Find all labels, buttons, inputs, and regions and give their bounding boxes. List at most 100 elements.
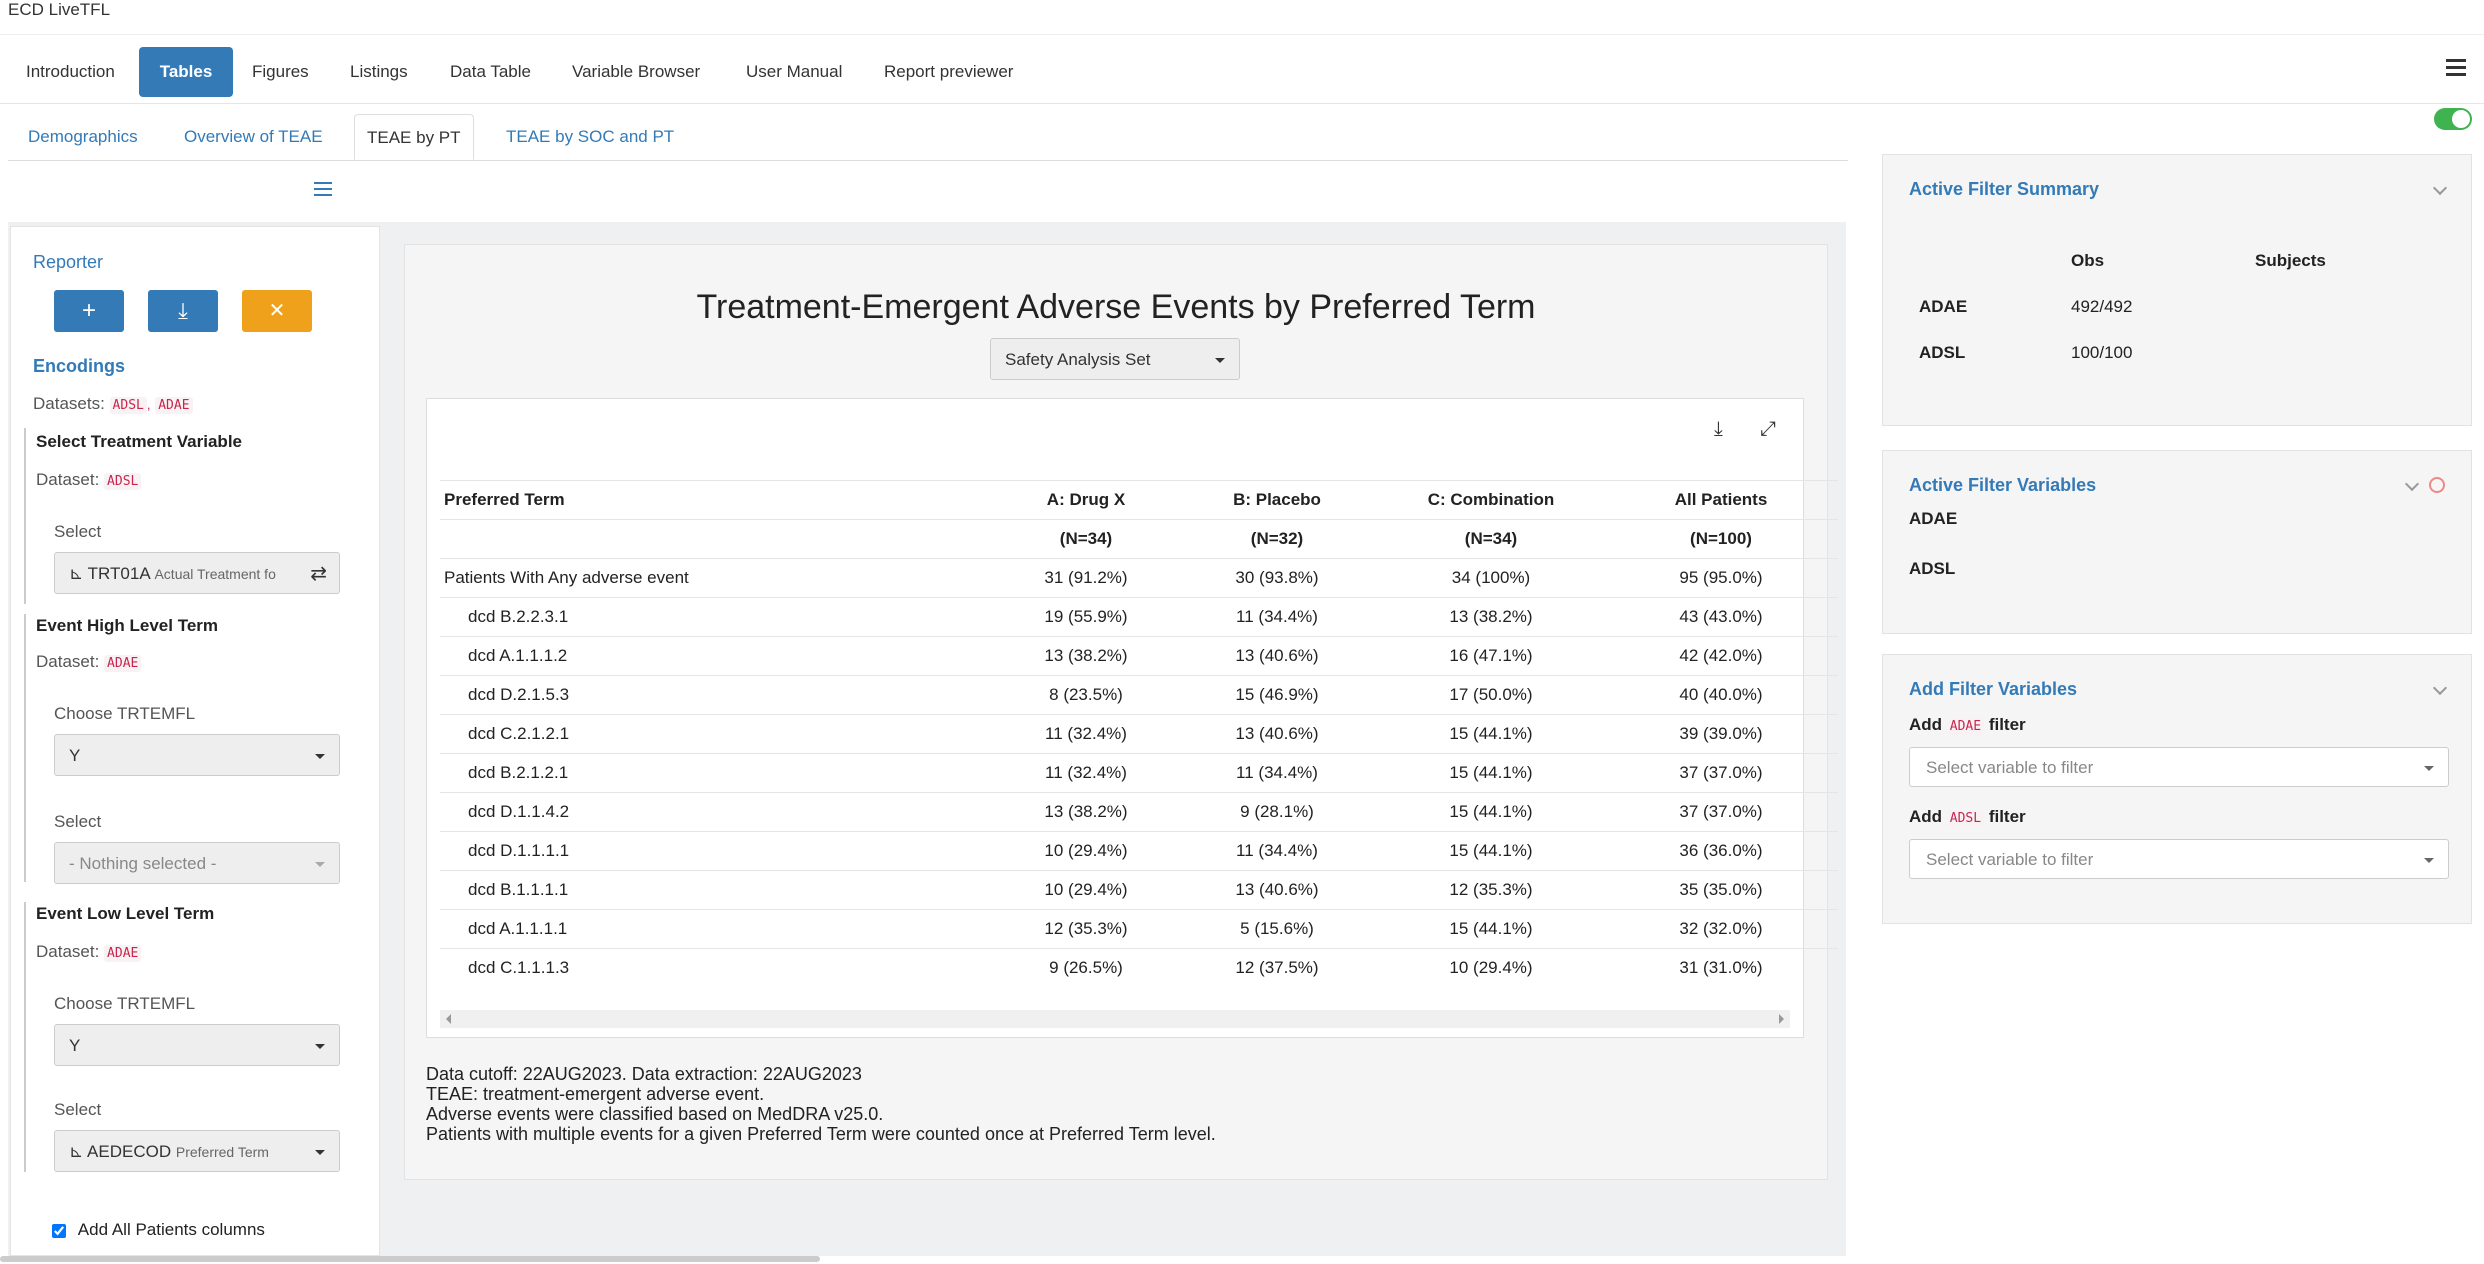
table-cell: 11 (32.4%)	[996, 753, 1176, 793]
tab-teae-by-pt[interactable]: TEAE by PT	[354, 114, 474, 160]
table-cell: 15 (44.1%)	[1378, 753, 1604, 793]
table-subheader-row: (N=34) (N=32) (N=34) (N=100)	[440, 519, 1838, 559]
all-patients-checkbox[interactable]	[52, 1223, 66, 1238]
encodings-label: Encodings	[33, 356, 126, 376]
llt-choose-label: Choose TRTEMFL	[54, 994, 196, 1013]
table-header-row: Preferred Term A: Drug X B: Placebo C: C…	[440, 480, 1838, 520]
hlt-select[interactable]: - Nothing selected -	[54, 842, 340, 884]
download-icon[interactable]: ⤓	[1714, 418, 1723, 441]
add-filter-label: Add ADAE filter	[1909, 715, 2026, 735]
table-cell: 10 (29.4%)	[1378, 948, 1604, 987]
download-button[interactable]: ⤓	[148, 290, 218, 332]
tab-listings[interactable]: Listings	[338, 47, 420, 97]
sub-nav: Demographics Overview of TEAE TEAE by PT…	[8, 102, 1848, 161]
chevron-down-icon	[315, 1044, 325, 1049]
table-cell: 9 (26.5%)	[996, 948, 1176, 987]
chevron-down-icon[interactable]	[2432, 680, 2448, 696]
app-title: ECD LiveTFL	[8, 0, 111, 19]
column-subheader: (N=34)	[996, 519, 1176, 559]
footnote: TEAE: treatment-emergent adverse event.	[426, 1084, 765, 1104]
adsl-filter-select[interactable]: Select variable to filter	[1909, 839, 2449, 879]
active-filter-dataset: ADAE	[1909, 509, 1958, 528]
llt-select[interactable]: ⊾ AEDECOD Preferred Term	[54, 1130, 340, 1172]
tab-user-manual[interactable]: User Manual	[734, 47, 854, 97]
row-label: dcd A.1.1.1.1	[440, 909, 996, 949]
table-cell: 31 (31.0%)	[1604, 948, 1838, 987]
expand-icon[interactable]: ⤢	[1760, 418, 1776, 441]
add-filter-variables-panel: Add Filter Variables Add ADAE filter Sel…	[1882, 654, 2472, 924]
treatment-select[interactable]: ⊾ TRT01A Actual Treatment fo ⇄	[54, 552, 340, 594]
hlt-choose-select[interactable]: Y	[54, 734, 340, 776]
tab-figures[interactable]: Figures	[240, 47, 321, 97]
tab-demographics[interactable]: Demographics	[16, 114, 150, 160]
table-cell: 17 (50.0%)	[1378, 675, 1604, 715]
all-patients-option: Add All Patients columns	[52, 1220, 265, 1240]
tab-report-previewer[interactable]: Report previewer	[872, 47, 1025, 97]
table-row: dcd D.1.1.1.1 10 (29.4%) 11 (34.4%) 15 (44.…	[440, 831, 1838, 871]
tab-overview-teae[interactable]: Overview of TEAE	[172, 114, 335, 160]
table-cell: 43 (43.0%)	[1604, 597, 1838, 637]
table-row: dcd D.2.1.5.3 8 (23.5%) 15 (46.9%) 17 (50.0…	[440, 675, 1838, 715]
swap-icon[interactable]: ⇄	[310, 553, 327, 595]
treatment-section-title: Select Treatment Variable	[36, 432, 242, 451]
table-cell: 15 (44.1%)	[1378, 909, 1604, 949]
dataset-name: ADAE	[1919, 297, 1968, 316]
treatment-dataset: Dataset: ADSL	[36, 470, 142, 490]
menu-icon[interactable]	[2446, 59, 2466, 77]
column-subheader	[440, 519, 996, 559]
active-filter-dataset: ADSL	[1909, 559, 1956, 578]
tab-data-table[interactable]: Data Table	[438, 47, 543, 97]
table-cell: 10 (29.4%)	[996, 831, 1176, 871]
row-label: Patients With Any adverse event	[440, 558, 996, 598]
add-button[interactable]: +	[54, 290, 124, 332]
datasets-line: Datasets: ADSL, ADAE	[33, 394, 193, 414]
chart-icon: ⊾	[69, 1142, 84, 1161]
chevron-down-icon	[315, 1150, 325, 1155]
footnote: Adverse events were classified based on …	[426, 1104, 884, 1124]
table-cell: 5 (15.6%)	[1176, 909, 1378, 949]
table-cell: 10 (29.4%)	[996, 870, 1176, 910]
sidebar-toggle-icon[interactable]	[314, 182, 332, 198]
all-patients-label: Add All Patients columns	[77, 1220, 265, 1239]
analysis-set-select[interactable]: Safety Analysis Set	[990, 338, 1240, 380]
table-cell: 12 (37.5%)	[1176, 948, 1378, 987]
tab-introduction[interactable]: Introduction	[14, 47, 127, 97]
adae-filter-select[interactable]: Select variable to filter	[1909, 747, 2449, 787]
top-nav: Introduction Tables Figures Listings Dat…	[0, 34, 2484, 104]
column-subheader: (N=100)	[1604, 519, 1838, 559]
hlt-section-title: Event High Level Term	[36, 616, 219, 635]
table-cell: 35 (35.0%)	[1604, 870, 1838, 910]
tab-tables[interactable]: Tables	[139, 47, 233, 97]
table-cell: 11 (32.4%)	[996, 714, 1176, 754]
column-header: B: Placebo	[1176, 480, 1378, 520]
tab-teae-by-soc-pt[interactable]: TEAE by SOC and PT	[494, 114, 686, 160]
table-row: dcd A.1.1.1.2 13 (38.2%) 13 (40.6%) 16 (47.…	[440, 636, 1838, 676]
add-filter-label: Add ADSL filter	[1909, 807, 2026, 827]
chevron-down-icon[interactable]	[2404, 476, 2420, 492]
treatment-select-label: Select	[54, 522, 102, 541]
table-cell: 31 (91.2%)	[996, 558, 1176, 598]
table-scrollbar[interactable]	[440, 1010, 1790, 1028]
hlt-dataset: Dataset: ADAE	[36, 652, 142, 672]
page-scrollbar[interactable]	[0, 1256, 820, 1262]
column-header: C: Combination	[1378, 480, 1604, 520]
table-cell: 15 (44.1%)	[1378, 792, 1604, 832]
chart-icon: ⊾	[69, 564, 84, 583]
filter-panel-toggle[interactable]	[2434, 108, 2472, 130]
table-cell: 37 (37.0%)	[1604, 753, 1838, 793]
dataset-badge: ADSL	[109, 397, 147, 414]
table-row: dcd A.1.1.1.1 12 (35.3%) 5 (15.6%) 15 (44.1…	[440, 909, 1838, 949]
table-cell: 39 (39.0%)	[1604, 714, 1838, 754]
llt-choose-select[interactable]: Y	[54, 1024, 340, 1066]
remove-all-filters-icon[interactable]	[2429, 477, 2445, 493]
hlt-select-label: Select	[54, 812, 102, 831]
remove-button[interactable]: ✕	[242, 290, 312, 332]
table-row: dcd C.1.1.1.3 9 (26.5%) 12 (37.5%) 10 (29.4…	[440, 948, 1838, 987]
table-row: dcd B.2.2.3.1 19 (55.9%) 11 (34.4%) 13 (38.…	[440, 597, 1838, 637]
row-label: dcd B.1.1.1.1	[440, 870, 996, 910]
table-cell: 15 (44.1%)	[1378, 831, 1604, 871]
tab-variable-browser[interactable]: Variable Browser	[560, 47, 712, 97]
scroll-right-icon	[1779, 1014, 1784, 1024]
chevron-down-icon[interactable]	[2432, 180, 2448, 196]
llt-section-title: Event Low Level Term	[36, 904, 215, 923]
